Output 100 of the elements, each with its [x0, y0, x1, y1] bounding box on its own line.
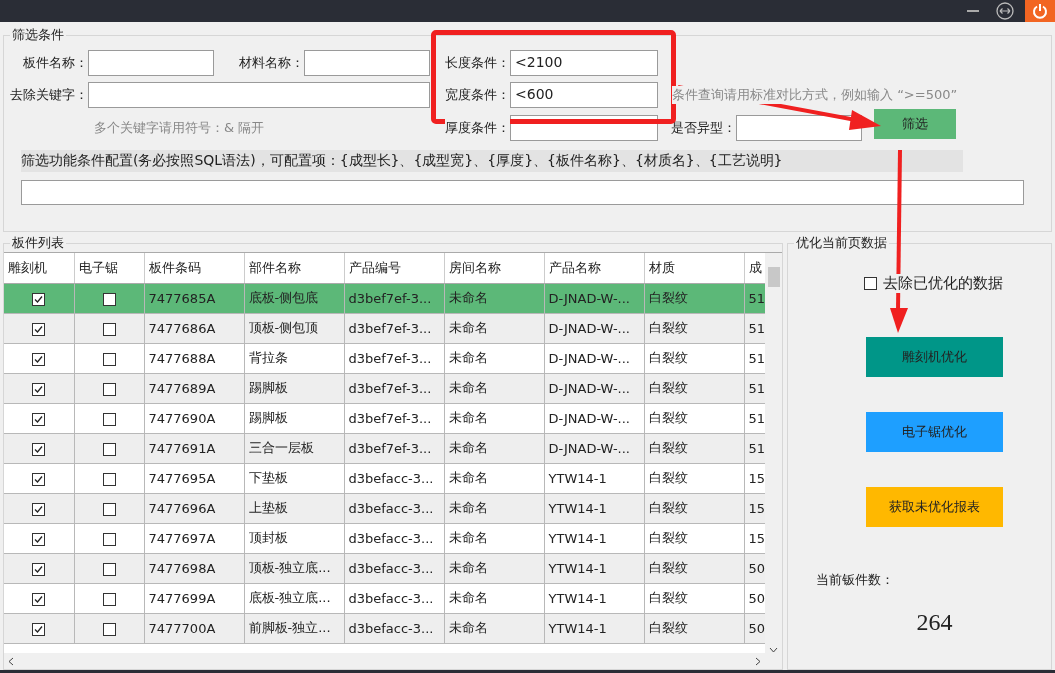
input-field[interactable]: <600 [510, 82, 658, 108]
checkbox[interactable] [102, 622, 116, 636]
input-field[interactable] [304, 50, 430, 76]
checkbox[interactable] [32, 592, 46, 606]
hint-text: 多个关键字请用符号：& 隔开 [94, 119, 265, 137]
table-cell: 未命名 [444, 493, 544, 523]
field-label: 去除关键字： [10, 86, 88, 104]
table-cell: 顶板-独立底... [244, 553, 344, 583]
column-header[interactable]: 板件条码 [144, 253, 244, 283]
checkbox[interactable] [32, 472, 46, 486]
column-header[interactable]: 产品名称 [544, 253, 644, 283]
scroll-right-icon[interactable] [755, 656, 761, 666]
input-field[interactable] [88, 50, 214, 76]
horizontal-scrollbar[interactable] [4, 653, 765, 669]
checkbox[interactable] [32, 532, 46, 546]
table-cell: 白裂纹 [644, 493, 744, 523]
table-cell: 7477686A [144, 313, 244, 343]
action-button[interactable]: 获取未优化报表 [866, 487, 1003, 527]
column-header[interactable]: 产品编号 [344, 253, 444, 283]
table-cell: 未命名 [444, 403, 544, 433]
input-field[interactable]: <2100 [510, 50, 658, 76]
field-label: 厚度条件： [445, 119, 510, 137]
input-field[interactable] [88, 82, 430, 108]
field-label: 长度条件： [445, 54, 510, 72]
column-header[interactable]: 材质 [644, 253, 744, 283]
checkbox[interactable] [102, 562, 116, 576]
hint-text: 条件查询请用标准对比方式，例如输入 “>=500” [672, 86, 958, 104]
table-cell: D-JNAD-W-... [544, 403, 644, 433]
table-cell: D-JNAD-W-... [544, 283, 644, 313]
checkbox[interactable] [102, 532, 116, 546]
table-cell: YTW14-1 [544, 523, 644, 553]
checkbox[interactable] [32, 382, 46, 396]
checkbox[interactable] [32, 352, 46, 366]
checkbox[interactable] [32, 622, 46, 636]
table-cell: 三合一层板 [244, 433, 344, 463]
checkbox[interactable] [32, 502, 46, 516]
checkbox[interactable] [102, 292, 116, 306]
table-cell: 顶板-侧包顶 [244, 313, 344, 343]
group-title: 板件列表 [11, 234, 65, 252]
table-cell: D-JNAD-W-... [544, 433, 644, 463]
checkbox[interactable] [102, 412, 116, 426]
table-cell: 未命名 [444, 433, 544, 463]
table-cell: d3bef7ef-3... [344, 283, 444, 313]
checkbox[interactable] [32, 562, 46, 576]
table-cell: 踢脚板 [244, 373, 344, 403]
table-cell: 踢脚板 [244, 403, 344, 433]
count-value: 264 [916, 609, 953, 636]
table-cell: d3bef7ef-3... [344, 433, 444, 463]
filter-button[interactable]: 筛选 [874, 109, 956, 139]
column-header[interactable]: 部件名称 [244, 253, 344, 283]
table-cell: 未命名 [444, 613, 544, 643]
power-icon[interactable] [1032, 3, 1048, 19]
scrollbar-thumb[interactable] [767, 267, 780, 287]
action-button[interactable]: 电子锯优化 [866, 412, 1003, 452]
table-cell: 未命名 [444, 463, 544, 493]
checkbox[interactable] [32, 442, 46, 456]
table-cell: d3bef7ef-3... [344, 373, 444, 403]
table-cell: YTW14-1 [544, 493, 644, 523]
table-cell: 白裂纹 [644, 433, 744, 463]
table-cell: YTW14-1 [544, 583, 644, 613]
scroll-left-icon[interactable] [8, 656, 14, 666]
column-header[interactable]: 房间名称 [444, 253, 544, 283]
checkbox[interactable] [102, 472, 116, 486]
table-cell: 未命名 [444, 583, 544, 613]
table-cell: 下垫板 [244, 463, 344, 493]
count-label: 当前钣件数： [816, 571, 894, 589]
field-label: 宽度条件： [445, 86, 510, 104]
table-cell: d3befacc-3... [344, 613, 444, 643]
table-cell: 白裂纹 [644, 553, 744, 583]
checkbox[interactable] [102, 352, 116, 366]
config-input[interactable] [21, 180, 1024, 205]
table-cell: 白裂纹 [644, 583, 744, 613]
checkbox[interactable] [102, 322, 116, 336]
checkbox[interactable] [102, 502, 116, 516]
table-cell: d3bef7ef-3... [344, 313, 444, 343]
field-label: 板件名称： [23, 54, 88, 72]
scroll-down-icon[interactable] [769, 647, 778, 653]
checkbox[interactable] [32, 322, 46, 336]
exclude-optimized-checkbox[interactable]: 去除已优化的数据 [864, 274, 1003, 293]
column-header[interactable]: 电子锯 [74, 253, 144, 283]
table-cell: 未命名 [444, 373, 544, 403]
checkbox[interactable] [32, 292, 46, 306]
vertical-scrollbar[interactable] [765, 253, 782, 653]
table-cell: d3befacc-3... [344, 523, 444, 553]
column-header[interactable]: 成 [744, 253, 765, 283]
column-header[interactable]: 雕刻机 [4, 253, 74, 283]
table-cell: 白裂纹 [644, 343, 744, 373]
table-cell: 未命名 [444, 283, 544, 313]
table-cell: 7477700A [144, 613, 244, 643]
checkbox[interactable] [102, 382, 116, 396]
input-field[interactable] [736, 115, 862, 141]
table-cell: 7477691A [144, 433, 244, 463]
swap-icon[interactable] [996, 2, 1014, 20]
table-cell: 白裂纹 [644, 403, 744, 433]
field-label: 是否异型： [671, 119, 736, 137]
checkbox[interactable] [102, 592, 116, 606]
table-cell: 白裂纹 [644, 373, 744, 403]
action-button[interactable]: 雕刻机优化 [866, 337, 1003, 377]
checkbox[interactable] [32, 412, 46, 426]
checkbox[interactable] [102, 442, 116, 456]
